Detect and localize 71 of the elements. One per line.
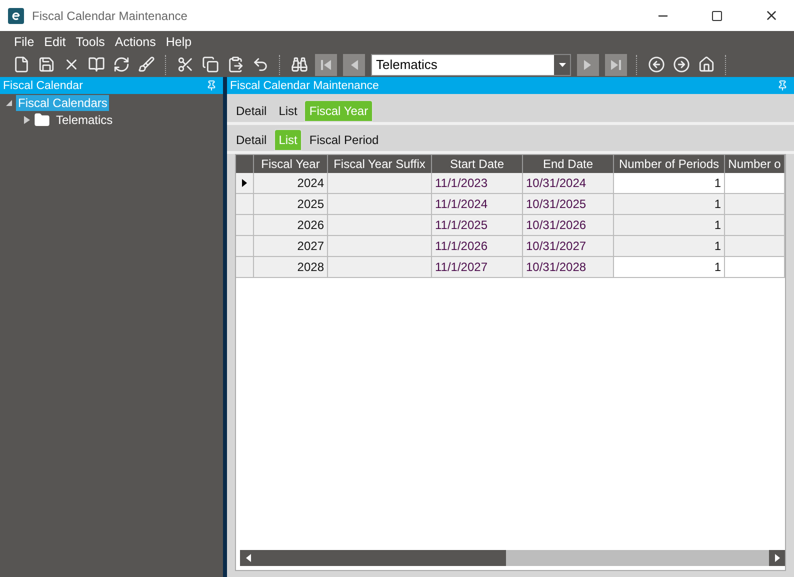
column-header[interactable]: Fiscal Year Suffix — [328, 155, 432, 173]
binoculars-icon[interactable] — [290, 55, 309, 74]
table-cell: 1 — [614, 236, 725, 257]
table-cell: 11/1/2026 — [432, 236, 523, 257]
next-record-button[interactable] — [577, 54, 599, 76]
pin-icon[interactable] — [777, 80, 788, 91]
table-cell: 1 — [614, 215, 725, 236]
column-header[interactable]: End Date — [523, 155, 614, 173]
tab[interactable]: List — [274, 100, 302, 122]
pin-icon[interactable] — [206, 80, 217, 91]
refresh-icon[interactable] — [112, 55, 131, 74]
last-record-button[interactable] — [605, 54, 627, 76]
table-cell: 11/1/2027 — [432, 257, 523, 278]
table-cell: 1 — [614, 194, 725, 215]
table-cell: 2028 — [254, 257, 328, 278]
brush-icon[interactable] — [137, 55, 156, 74]
table-cell — [725, 236, 785, 257]
panel-title: Fiscal Calendar Maintenance — [230, 80, 379, 92]
paste-icon[interactable] — [226, 55, 245, 74]
window-title: Fiscal Calendar Maintenance — [32, 8, 188, 22]
row-indicator[interactable] — [236, 173, 254, 194]
menu-item[interactable]: Actions — [114, 34, 156, 48]
corner-header — [236, 155, 254, 173]
previous-record-button[interactable] — [343, 54, 365, 76]
current-row-icon — [242, 179, 247, 187]
table-cell: 10/31/2024 — [523, 173, 614, 194]
folder-icon — [34, 112, 50, 128]
table-cell: 10/31/2026 — [523, 215, 614, 236]
table-cell — [725, 194, 785, 215]
back-icon[interactable] — [647, 55, 666, 74]
maximize-icon[interactable] — [711, 10, 723, 22]
column-header[interactable]: Number o — [725, 155, 785, 173]
tab[interactable]: Detail — [231, 100, 272, 122]
menu-item[interactable]: Tools — [76, 34, 105, 48]
first-record-button[interactable] — [315, 54, 337, 76]
table-cell: 2027 — [254, 236, 328, 257]
table-cell: 11/1/2024 — [432, 194, 523, 215]
scroll-left-icon[interactable] — [240, 550, 256, 566]
column-header[interactable]: Start Date — [432, 155, 523, 173]
tab[interactable]: Detail — [231, 129, 272, 151]
menu-item[interactable]: File — [14, 34, 34, 48]
undo-icon[interactable] — [251, 55, 270, 74]
menu-item[interactable]: Edit — [44, 34, 66, 48]
table-cell: 10/31/2027 — [523, 236, 614, 257]
home-icon[interactable] — [697, 55, 716, 74]
table-cell: 11/1/2023 — [432, 173, 523, 194]
tab[interactable]: Fiscal Period — [304, 129, 384, 151]
table-cell: 2025 — [254, 194, 328, 215]
table-cell: 10/31/2025 — [523, 194, 614, 215]
save-icon[interactable] — [37, 55, 56, 74]
panel-title: Fiscal Calendar — [3, 80, 83, 92]
new-icon[interactable] — [12, 55, 31, 74]
column-header[interactable]: Number of Periods — [614, 155, 725, 173]
book-icon[interactable] — [87, 55, 106, 74]
column-header[interactable]: Fiscal Year — [254, 155, 328, 173]
table-cell: 2024 — [254, 173, 328, 194]
table-cell: 1 — [614, 257, 725, 278]
menu-item[interactable]: Help — [166, 34, 192, 48]
copy-icon[interactable] — [201, 55, 220, 74]
table-cell: 1 — [614, 173, 725, 194]
skip-to-start-icon[interactable] — [320, 58, 332, 70]
tree-item[interactable]: Telematics — [54, 112, 115, 128]
table-cell: 2026 — [254, 215, 328, 236]
record-dropdown[interactable]: Telematics — [371, 54, 571, 76]
scroll-right-icon[interactable] — [769, 550, 785, 566]
app-logo — [8, 8, 24, 24]
forward-icon[interactable] — [672, 55, 691, 74]
table-cell: 10/31/2028 — [523, 257, 614, 278]
cut-icon[interactable] — [176, 55, 195, 74]
table-cell — [725, 215, 785, 236]
table-cell: 11/1/2025 — [432, 215, 523, 236]
